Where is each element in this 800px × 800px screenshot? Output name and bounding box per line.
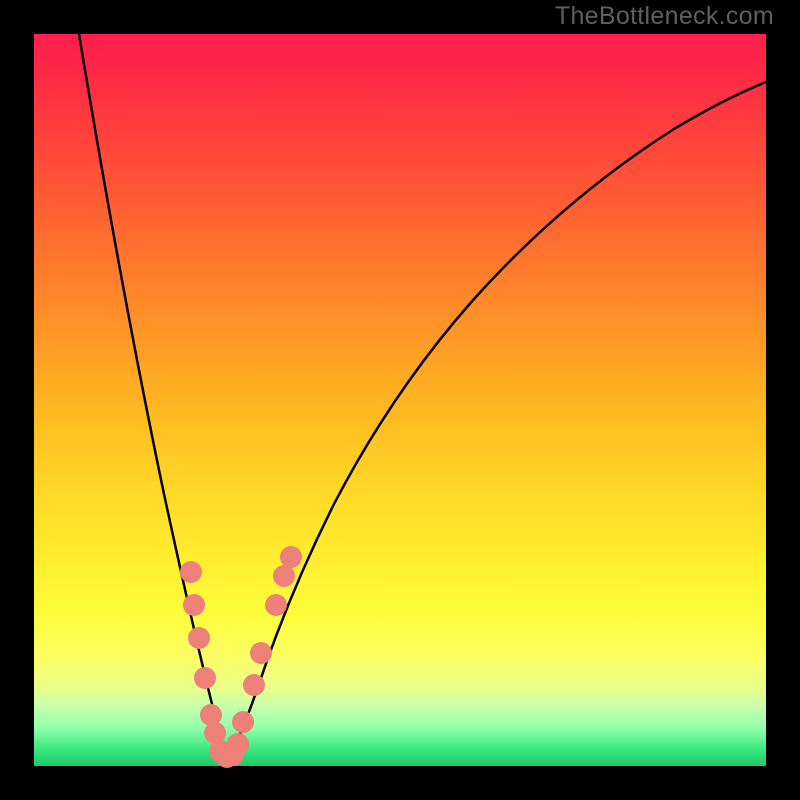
curve-right-arm [228,82,766,758]
chart-svg [34,34,766,766]
marker-dot [243,674,265,696]
marker-dots-group [180,546,302,768]
curve-left-arm [79,34,228,758]
marker-dot [232,711,254,733]
marker-dot [183,594,205,616]
marker-dot [194,667,216,689]
marker-dot [250,642,272,664]
marker-dot [180,561,202,583]
marker-dot [273,565,295,587]
marker-dot [280,546,302,568]
marker-dot [265,594,287,616]
marker-dot [227,733,249,755]
plot-area [34,34,766,766]
watermark-text: TheBottleneck.com [555,2,774,31]
marker-dot [188,627,210,649]
chart-frame: TheBottleneck.com [0,0,800,800]
